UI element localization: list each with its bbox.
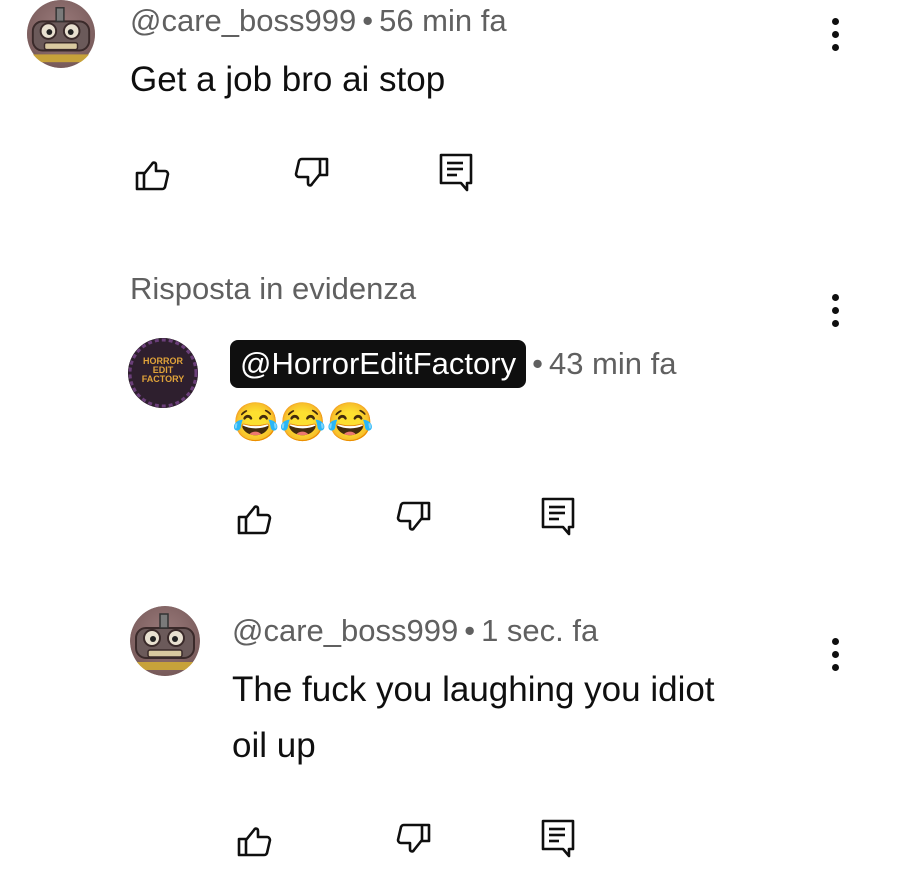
robot-avatar-icon [130, 606, 200, 676]
comment-text: Get a job bro ai stop [130, 60, 446, 99]
avatar[interactable] [26, 0, 96, 68]
comment-reply-icon [439, 153, 473, 192]
svg-text:FACTORY: FACTORY [142, 374, 185, 384]
more-vert-icon-dot [831, 43, 839, 51]
more-vert-icon-dot [831, 319, 839, 327]
thumb-up-icon [135, 161, 170, 191]
thumb-up-icon [237, 505, 272, 535]
avatar[interactable] [130, 606, 200, 676]
comment-text-line: The fuck you laughing you idiot [232, 670, 715, 709]
more-vert-icon-dot [831, 306, 839, 314]
reply-button[interactable] [534, 492, 584, 542]
reply-button[interactable] [534, 814, 584, 864]
creator-handle-badge[interactable]: @HorrorEditFactory [230, 340, 527, 388]
thumb-down-icon [396, 501, 431, 531]
thumb-down-icon [396, 823, 431, 853]
dislike-button[interactable] [390, 816, 440, 866]
comment-reply-icon [541, 497, 575, 536]
avatar[interactable]: HORROR EDIT FACTORY [128, 338, 198, 408]
reply-meta: @HorrorEditFactory • 43 min fa [230, 340, 676, 388]
timestamp: 43 min fa [548, 346, 677, 381]
more-vert-icon-dot [831, 30, 839, 38]
thumb-up-icon [237, 827, 272, 857]
like-button[interactable] [230, 494, 280, 544]
more-options-button[interactable] [820, 288, 850, 332]
robot-avatar-icon [26, 0, 96, 68]
comment-reply-icon [541, 819, 575, 858]
more-vert-icon-dot [831, 650, 839, 658]
author-handle[interactable]: @care_boss999 [130, 3, 356, 38]
more-vert-icon [831, 17, 839, 25]
more-options-button[interactable] [820, 12, 850, 56]
comment-text: 😂😂😂 [232, 402, 374, 444]
like-button[interactable] [128, 150, 178, 200]
dislike-button[interactable] [390, 494, 440, 544]
separator: • [362, 3, 374, 38]
dislike-button[interactable] [288, 150, 338, 200]
reply-meta: @care_boss999 • 1 sec. fa [232, 613, 598, 649]
more-vert-icon [831, 293, 839, 301]
like-button[interactable] [230, 816, 280, 866]
comment-text-line: oil up [232, 726, 316, 765]
timestamp: 1 sec. fa [481, 613, 599, 648]
section-label: Risposta in evidenza [130, 271, 417, 306]
separator: • [532, 346, 543, 381]
comment-meta: @care_boss999 • 56 min fa [130, 3, 507, 39]
thumb-down-icon [294, 157, 329, 187]
author-handle[interactable]: @care_boss999 [232, 613, 458, 648]
reply-button[interactable] [432, 148, 482, 198]
comment-text: The fuck you laughing you idiot oil up [232, 662, 852, 774]
separator: • [464, 613, 476, 648]
more-vert-icon [831, 637, 839, 645]
timestamp: 56 min fa [379, 3, 507, 38]
channel-logo-icon: HORROR EDIT FACTORY [128, 338, 198, 408]
